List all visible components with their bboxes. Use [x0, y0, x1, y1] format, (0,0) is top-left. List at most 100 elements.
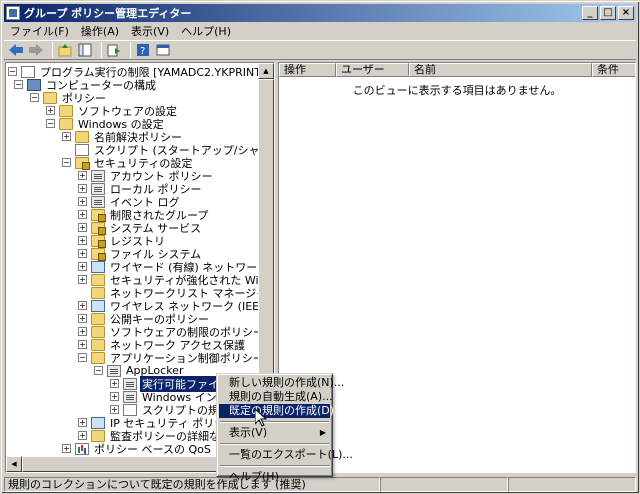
maximize-button[interactable]: □	[600, 6, 616, 20]
toolbar-separator	[52, 42, 53, 58]
menu-item-view-label: 表示(V)	[229, 426, 268, 439]
expand-icon[interactable]: +	[78, 249, 87, 258]
security-folder-icon	[91, 234, 106, 248]
security-folder-icon	[91, 208, 106, 222]
hscroll-thumb[interactable]	[22, 456, 222, 472]
policy-icon	[107, 364, 121, 377]
expand-icon[interactable]: +	[78, 171, 87, 180]
policy-icon	[91, 182, 105, 195]
folder-icon	[91, 338, 105, 351]
expand-icon[interactable]: +	[78, 262, 87, 271]
expand-icon[interactable]: +	[78, 418, 87, 427]
show-tree-icon[interactable]	[77, 42, 93, 58]
expand-icon[interactable]: +	[78, 210, 87, 219]
menu-bar: ファイル(F) 操作(A) 表示(V) ヘルプ(H)	[4, 22, 636, 40]
expand-icon[interactable]: +	[62, 444, 71, 453]
menu-item-auto-generate-rules[interactable]: 規則の自動生成(A)...	[219, 390, 333, 404]
status-segment-3	[508, 477, 636, 492]
collapse-icon[interactable]: −	[94, 366, 103, 375]
minimize-button[interactable]: _	[582, 6, 598, 20]
up-folder-icon[interactable]	[57, 42, 73, 58]
folder-icon	[43, 91, 57, 104]
scroll-up-button[interactable]: ▲	[258, 63, 274, 79]
expand-icon[interactable]: +	[78, 223, 87, 232]
expand-icon[interactable]: +	[62, 132, 71, 141]
expand-icon[interactable]: +	[78, 340, 87, 349]
toolbar-separator	[101, 42, 102, 58]
expand-icon[interactable]: +	[110, 392, 119, 401]
expand-icon[interactable]: +	[78, 184, 87, 193]
properties-icon[interactable]	[155, 42, 171, 58]
collapse-icon[interactable]: −	[30, 93, 39, 102]
column-header-name[interactable]: 名前	[409, 63, 592, 77]
expand-icon[interactable]: +	[78, 197, 87, 206]
toolbar: ?	[4, 40, 636, 60]
status-segment-2	[380, 477, 508, 492]
folder-icon	[91, 286, 105, 299]
forward-arrow-icon[interactable]	[28, 42, 44, 58]
context-menu: 新しい規則の作成(N)... 規則の自動生成(A)... 既定の規則の作成(D)…	[216, 373, 353, 483]
folder-icon	[91, 325, 105, 338]
collapse-icon[interactable]: −	[8, 67, 17, 76]
svg-text:?: ?	[140, 46, 145, 57]
menu-view[interactable]: 表示(V)	[125, 23, 175, 39]
mouse-pointer-icon	[255, 409, 267, 427]
policy-icon	[123, 390, 137, 403]
menu-separator	[220, 443, 329, 445]
expand-icon[interactable]: +	[78, 301, 87, 310]
export-icon[interactable]	[106, 42, 122, 58]
scroll-left-button[interactable]: ◀	[6, 456, 22, 472]
collapse-icon[interactable]: −	[78, 353, 87, 362]
folder-icon	[59, 117, 73, 130]
folder-icon	[59, 104, 73, 117]
policy-icon	[123, 377, 137, 390]
submenu-arrow-icon: ▶	[319, 428, 326, 437]
policy-icon	[91, 169, 105, 182]
menu-item-create-default-rules[interactable]: 既定の規則の作成(D)	[219, 404, 334, 418]
document-icon	[21, 65, 35, 78]
security-folder-icon	[91, 221, 106, 235]
column-header-user[interactable]: ユーザー	[336, 63, 409, 77]
security-folder-icon	[75, 156, 90, 170]
folder-icon	[91, 312, 105, 325]
menu-item-export-list[interactable]: 一覧のエクスポート(L)...	[219, 448, 353, 462]
toolbar-separator	[130, 42, 131, 58]
collapse-icon[interactable]: −	[14, 80, 23, 89]
expand-icon[interactable]: +	[78, 431, 87, 440]
menu-action[interactable]: 操作(A)	[75, 23, 125, 39]
back-arrow-icon[interactable]	[8, 42, 24, 58]
expand-icon[interactable]: +	[110, 379, 119, 388]
menu-item-new-rule[interactable]: 新しい規則の作成(N)...	[219, 376, 344, 390]
document-icon	[75, 143, 89, 156]
collapse-icon[interactable]: −	[62, 158, 71, 167]
network-icon	[91, 299, 105, 312]
title-bar[interactable]: グループ ポリシー管理エディター _ □ ×	[4, 4, 636, 22]
help-icon[interactable]: ?	[135, 42, 151, 58]
expand-icon[interactable]: +	[78, 275, 87, 284]
main-window: グループ ポリシー管理エディター _ □ × ファイル(F) 操作(A) 表示(…	[0, 0, 640, 494]
policy-icon	[91, 195, 105, 208]
menu-item-help[interactable]: ヘルプ(H)	[219, 470, 330, 484]
window-title: グループ ポリシー管理エディター	[24, 7, 192, 20]
folder-icon	[91, 351, 105, 364]
folder-icon	[91, 273, 105, 286]
menu-separator	[220, 421, 329, 423]
close-button[interactable]: ×	[618, 6, 634, 20]
menu-help[interactable]: ヘルプ(H)	[175, 23, 237, 39]
expand-icon[interactable]: +	[78, 327, 87, 336]
menu-file[interactable]: ファイル(F)	[4, 23, 75, 39]
gpo-editor-icon	[6, 6, 20, 20]
expand-icon[interactable]: +	[78, 314, 87, 323]
empty-list-message: このビューに表示する項目はありません。	[352, 84, 562, 97]
expand-icon[interactable]: +	[78, 236, 87, 245]
column-header-action[interactable]: 操作	[279, 63, 336, 77]
expand-icon[interactable]: +	[110, 405, 119, 414]
security-folder-icon	[91, 247, 106, 261]
tree-item[interactable]: − アプリケーション制御ポリシー	[78, 351, 262, 365]
menu-item-view[interactable]: 表示(V) ▶	[219, 426, 330, 440]
folder-icon	[75, 130, 89, 143]
expand-icon[interactable]: +	[46, 106, 55, 115]
collapse-icon[interactable]: −	[46, 119, 55, 128]
column-header-condition[interactable]: 条件	[592, 63, 635, 77]
network-icon	[91, 260, 105, 273]
